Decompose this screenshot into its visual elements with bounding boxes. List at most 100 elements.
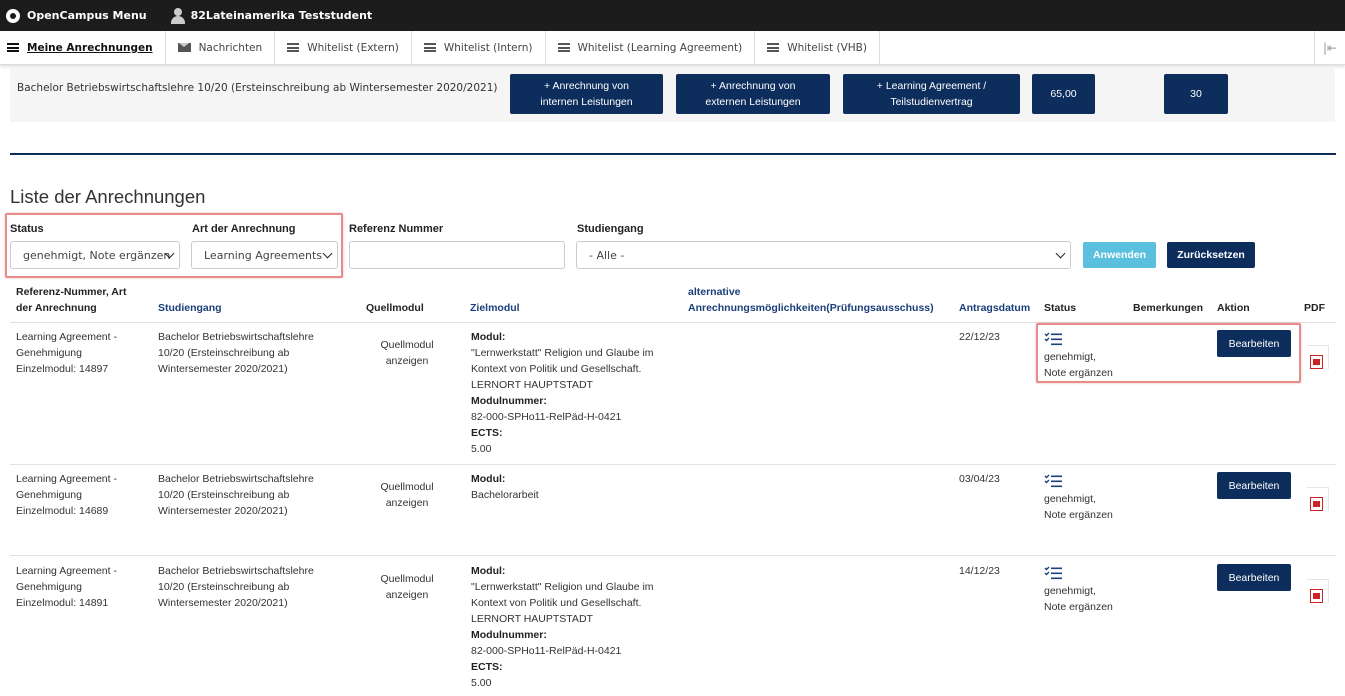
cell-line: 5.00 [471, 677, 492, 689]
top-bar: OpenCampus Menu 82Lateinamerika Teststud… [0, 0, 1345, 31]
credits-value-badge: 65,00 [1032, 74, 1095, 114]
cell-line: "Lernwerkstatt" Religion und Glaube im [471, 581, 654, 593]
menu-icon [557, 43, 570, 52]
art-filter-label: Art der Anrechnung [192, 223, 296, 235]
col-antragsdatum[interactable]: Antragsdatum [959, 300, 1030, 316]
cell-line: LERNORT HAUPTSTADT [471, 613, 593, 625]
cell-line: genehmigt, [1044, 493, 1096, 505]
col-alternative[interactable]: alternative Anrechnungsmöglichkeiten(Prüf… [688, 284, 934, 316]
modul-label: Modul: [471, 565, 506, 577]
ects-label: ECTS: [471, 427, 503, 439]
add-internal-credit-button[interactable]: + Anrechnung von internen Leistungen [510, 74, 663, 114]
opencampus-menu[interactable]: OpenCampus Menu [6, 8, 147, 23]
ref-number-input[interactable] [349, 241, 565, 269]
tab-label: Whitelist (Intern) [443, 41, 533, 54]
status-filter-select[interactable]: genehmigt, Note ergänzen [10, 241, 180, 269]
cell-line: Note ergänzen [1044, 509, 1113, 521]
col-zielmodul[interactable]: Zielmodul [470, 300, 520, 316]
cell-line: Genehmigung [16, 347, 82, 359]
studiengang-cell: Bachelor Betriebswirtschaftslehre 10/20 (… [158, 563, 314, 611]
credits-count-badge: 30 [1164, 74, 1228, 114]
cell-line: Quellmodul [380, 481, 434, 493]
studiengang-cell: Bachelor Betriebswirtschaftslehre 10/20 (… [158, 471, 314, 519]
divider [10, 153, 1336, 155]
cell-line: Kontext von Politik und Gesellschaft. [471, 597, 642, 609]
cell-line: Quellmodul [380, 573, 434, 585]
button-line: internen Leistungen [540, 96, 633, 108]
col-ref: Referenz-Nummer, Art der Anrechnung [16, 284, 126, 316]
edit-button[interactable]: Bearbeiten [1217, 564, 1291, 591]
highlight-status-box [1036, 323, 1301, 383]
header-line: der Anrechnung [16, 302, 97, 314]
col-aktion: Aktion [1217, 302, 1250, 314]
add-external-credit-button[interactable]: + Anrechnung von externen Leistungen [676, 74, 830, 114]
cell-line: Learning Agreement - [16, 473, 117, 485]
tab-whitelist-learning-agreement[interactable]: Whitelist (Learning Agreement) [546, 31, 756, 64]
row-divider [10, 555, 1336, 556]
cell-line: Wintersemester 2020/2021) [158, 505, 288, 517]
zielmodul-cell: Modul: Bachelorarbeit [471, 471, 539, 503]
apply-button[interactable]: Anwenden [1083, 242, 1156, 268]
tab-label: Whitelist (Extern) [307, 41, 399, 54]
cell-line: 5.00 [471, 443, 492, 455]
zielmodul-cell: Modul: "Lernwerkstatt" Religion und Glau… [471, 563, 654, 691]
col-studiengang[interactable]: Studiengang [158, 300, 222, 316]
cell-line: 10/20 (Ersteinschreibung ab [158, 347, 290, 359]
button-line: + Anrechnung von [544, 80, 629, 92]
tab-label: Whitelist (VHB) [787, 41, 867, 54]
cell-line: Bachelor Betriebswirtschaftslehre [158, 565, 314, 577]
tab-whitelist-intern[interactable]: Whitelist (Intern) [412, 31, 546, 64]
cell-line: 82-000-SPHo11-RelPäd-H-0421 [471, 411, 622, 423]
show-source-module-link[interactable]: Quellmodul anzeigen [370, 571, 444, 603]
degree-summary: Bachelor Betriebswirtschaftslehre 10/20 … [10, 67, 1335, 122]
cell-line: Quellmodul [380, 339, 434, 351]
menu-label: OpenCampus Menu [27, 9, 147, 22]
select-value: genehmigt, Note ergänzen [23, 248, 171, 262]
zielmodul-cell: Modul: "Lernwerkstatt" Religion und Glau… [471, 329, 654, 457]
modulnummer-label: Modulnummer: [471, 629, 547, 641]
cell-line: Einzelmodul: 14689 [16, 505, 109, 517]
collapse-sidebar-icon[interactable]: |⇤ [1314, 31, 1345, 64]
edit-button[interactable]: Bearbeiten [1217, 472, 1291, 499]
date-cell: 22/12/23 [959, 331, 1000, 343]
cell-line: genehmigt, [1044, 585, 1096, 597]
cell-line: Einzelmodul: 14891 [16, 597, 109, 609]
user-menu[interactable]: 82Lateinamerika Teststudent [170, 7, 372, 24]
studiengang-filter-select[interactable]: - Alle - [576, 241, 1071, 269]
pdf-icon[interactable] [1310, 355, 1323, 369]
pdf-icon[interactable] [1310, 589, 1323, 603]
ref-cell: Learning Agreement - Genehmigung Einzelmod… [16, 329, 117, 377]
cell-line: 10/20 (Ersteinschreibung ab [158, 581, 290, 593]
cell-line: Genehmigung [16, 489, 82, 501]
cell-line: anzeigen [385, 497, 429, 509]
degree-name: Bachelor Betriebswirtschaftslehre 10/20 … [17, 82, 498, 94]
envelope-icon [177, 43, 191, 52]
button-line: Teilstudienvertrag [890, 96, 973, 108]
cell-line: Bachelorarbeit [471, 489, 539, 501]
button-line: + Anrechnung von [710, 80, 796, 92]
user-icon [170, 7, 185, 24]
tab-whitelist-vhb[interactable]: Whitelist (VHB) [755, 31, 880, 64]
date-cell: 14/12/23 [959, 565, 1000, 577]
cell-line: Note ergänzen [1044, 601, 1113, 613]
cell-line: Kontext von Politik und Gesellschaft. [471, 363, 642, 375]
status-cell: genehmigt, Note ergänzen [1044, 583, 1113, 615]
show-source-module-link[interactable]: Quellmodul anzeigen [370, 479, 444, 511]
ref-filter-label: Referenz Nummer [349, 223, 444, 235]
cell-line: Learning Agreement - [16, 331, 117, 343]
col-quellmodul: Quellmodul [366, 302, 424, 314]
add-learning-agreement-button[interactable]: + Learning Agreement / Teilstudienvertrag [843, 74, 1020, 114]
reset-button[interactable]: Zurücksetzen [1167, 242, 1255, 268]
button-line: externen Leistungen [705, 96, 801, 108]
cell-line: anzeigen [385, 589, 429, 601]
art-filter-select[interactable]: Learning Agreements [191, 241, 338, 269]
checklist-icon [1044, 474, 1062, 488]
tab-whitelist-extern[interactable]: Whitelist (Extern) [275, 31, 412, 64]
menu-icon [767, 43, 780, 52]
col-status: Status [1044, 302, 1077, 314]
pdf-icon[interactable] [1310, 497, 1323, 511]
modul-label: Modul: [471, 473, 506, 485]
tab-label: Nachrichten [198, 41, 263, 54]
show-source-module-link[interactable]: Quellmodul anzeigen [370, 337, 444, 369]
modulnummer-label: Modulnummer: [471, 395, 547, 407]
